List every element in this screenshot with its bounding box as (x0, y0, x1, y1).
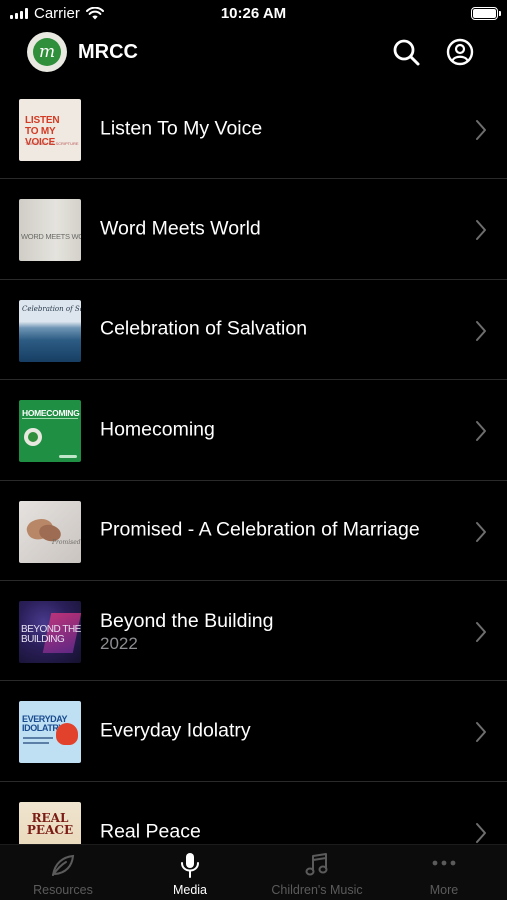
battery-icon (471, 7, 501, 20)
chevron-right-icon (476, 621, 486, 642)
status-time: 10:26 AM (220, 5, 287, 22)
tab-resources[interactable]: Resources (0, 845, 126, 900)
list-item[interactable]: Celebration of Salvation Celebration of … (0, 280, 507, 381)
logo-icon (24, 428, 42, 447)
account-icon[interactable] (445, 37, 475, 67)
album-thumbnail: WORD MEETS WORLD (19, 199, 81, 262)
chevron-right-icon (476, 421, 486, 442)
thumbnail-subtext: THE STORY OF SCRIPTURE (25, 141, 79, 146)
more-dots-icon (432, 860, 456, 866)
tab-label: Resources (33, 883, 93, 897)
search-icon[interactable] (391, 37, 421, 67)
list-item-title: Word Meets World (100, 217, 261, 240)
album-thumbnail: LISTEN TO MY VOICE THE STORY OF SCRIPTUR… (19, 99, 81, 161)
tab-media[interactable]: Media (127, 845, 253, 900)
list-item-title: Beyond the Building (100, 609, 274, 632)
thumbnail-text: WORD MEETS WORLD (21, 232, 81, 242)
album-thumbnail: Promised (19, 500, 81, 563)
list-item-title: Celebration of Salvation (100, 317, 308, 340)
chevron-right-icon (476, 220, 486, 241)
list-item-title: Real Peace (100, 820, 201, 843)
media-list: LISTEN TO MY VOICE THE STORY OF SCRIPTUR… (0, 79, 507, 882)
thumbnail-text: BEYOND THE BUILDING (21, 623, 81, 645)
list-item-title: Promised - A Celebration of Marriage (100, 518, 420, 541)
list-item[interactable]: Promised Promised - A Celebration of Mar… (0, 481, 507, 581)
app-header: m MRCC (0, 30, 507, 76)
tab-more[interactable]: More (381, 845, 507, 900)
list-item[interactable]: HOMECOMING Homecoming (0, 380, 507, 481)
list-item[interactable]: BEYOND THE BUILDING Beyond the Building … (0, 581, 507, 682)
album-thumbnail: EVERYDAY IDOLATRY (19, 701, 81, 764)
album-thumbnail: HOMECOMING (19, 400, 81, 463)
leaf-icon (52, 854, 75, 876)
list-item[interactable]: WORD MEETS WORLD Word Meets World (0, 179, 507, 280)
list-item-title: Homecoming (100, 418, 215, 441)
app-title: MRCC (78, 41, 138, 63)
list-item[interactable]: LISTEN TO MY VOICE THE STORY OF SCRIPTUR… (0, 79, 507, 180)
list-item-title: Everyday Idolatry (100, 719, 251, 742)
thumbnail-text: HOMECOMING (22, 408, 80, 419)
tab-label: Media (172, 883, 208, 897)
list-item-subtitle: 2022 (100, 633, 138, 653)
app-logo[interactable]: m (27, 32, 67, 72)
chevron-right-icon (476, 822, 486, 843)
tab-bar: Resources Media Children's Music More (0, 844, 507, 900)
status-bar: Carrier 10:26 AM (0, 0, 507, 28)
tab-childrens-music[interactable]: Children's Music (254, 845, 380, 900)
tab-label: Children's Music (271, 883, 363, 897)
thumbnail-text: REAL PEACE (26, 810, 74, 837)
album-thumbnail: BEYOND THE BUILDING (19, 600, 81, 663)
chevron-right-icon (476, 120, 486, 140)
chevron-right-icon (476, 722, 486, 743)
thumbnail-text: Promised (52, 538, 81, 546)
list-item-title: Listen To My Voice (100, 117, 263, 140)
list-item[interactable]: EVERYDAY IDOLATRY Everyday Idolatry (0, 681, 507, 782)
music-note-icon (305, 853, 328, 876)
album-thumbnail: Celebration of Salvation (19, 299, 81, 362)
microphone-icon (181, 853, 199, 878)
thumbnail-text: Celebration of Salvation (22, 304, 81, 313)
chevron-right-icon (476, 521, 486, 542)
chevron-right-icon (476, 320, 486, 341)
logo-letter: m (33, 38, 61, 66)
tab-label: More (429, 883, 459, 897)
